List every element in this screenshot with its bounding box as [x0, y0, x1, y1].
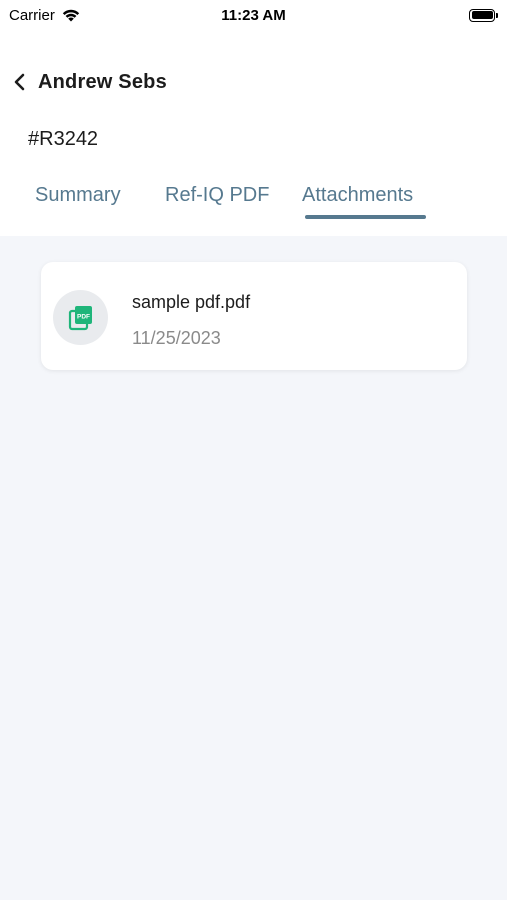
battery-icon [469, 8, 498, 22]
status-left: Carrier [9, 7, 81, 24]
status-bar: Carrier 11:23 AM [0, 0, 507, 30]
reference-id: #R3242 [28, 128, 99, 150]
tab-attachments[interactable]: Attachments [302, 184, 413, 207]
attachments-list: PDF sample pdf.pdf 11/25/2023 [0, 236, 507, 900]
pdf-file-icon: PDF [53, 290, 108, 345]
attachment-date: 11/25/2023 [132, 328, 221, 348]
page-title: Andrew Sebs [38, 70, 167, 93]
attachment-card[interactable]: PDF sample pdf.pdf 11/25/2023 [41, 262, 467, 370]
chevron-left-icon[interactable] [10, 73, 28, 91]
wifi-icon [61, 8, 81, 22]
active-tab-indicator [305, 215, 426, 219]
nav-header: Andrew Sebs [10, 62, 167, 102]
carrier-label: Carrier [9, 6, 55, 24]
svg-text:PDF: PDF [77, 313, 90, 320]
attachment-file-name: sample pdf.pdf [132, 292, 251, 312]
attachments-screen: Carrier 11:23 AM Andrew Sebs #R3242 Summ… [0, 0, 507, 900]
tab-summary[interactable]: Summary [35, 184, 121, 207]
tab-bar: Summary Ref-IQ PDF Attachments [0, 176, 507, 236]
tab-ref-iq-pdf[interactable]: Ref-IQ PDF [165, 184, 269, 207]
